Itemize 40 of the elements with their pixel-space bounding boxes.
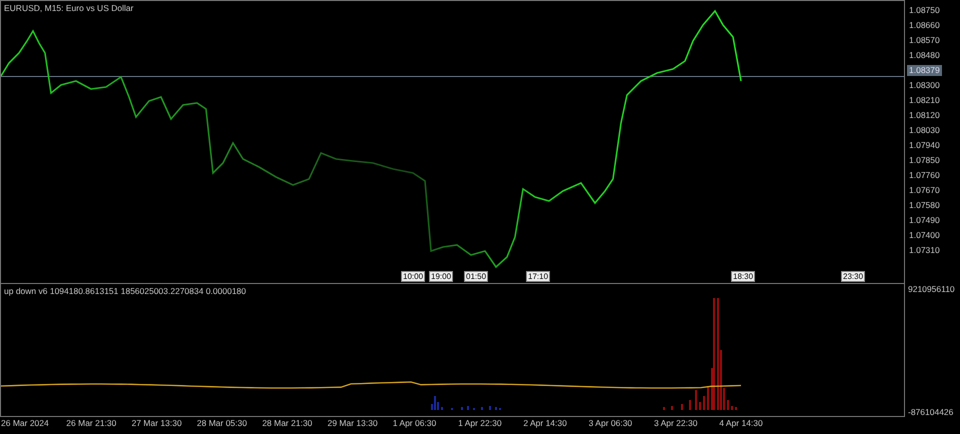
axis-label: -876104426: [908, 407, 954, 417]
time-label: 4 Apr 14:30: [718, 418, 764, 430]
price-label: 1.07760: [908, 170, 941, 182]
time-label: 1 Apr 06:30: [392, 418, 438, 430]
current-price-label: 1.08379: [907, 65, 942, 76]
price-label: 1.08480: [908, 50, 941, 62]
price-label: 1.08750: [908, 5, 941, 17]
price-label: 1.08210: [908, 95, 941, 107]
price-label: 1.07490: [908, 215, 941, 227]
histogram-drawing: [431, 396, 501, 410]
time-label: 3 Apr 22:30: [652, 418, 698, 430]
time-label: 29 Mar 13:30: [326, 418, 379, 430]
time-label: 1 Apr 22:30: [457, 418, 503, 430]
price-label: 1.08570: [908, 35, 941, 47]
price-label: 1.07670: [908, 185, 941, 197]
price-label: 1.08300: [908, 80, 941, 92]
axis-label: 9210956110: [908, 284, 956, 294]
price-label: 1.07310: [908, 245, 941, 257]
time-label: 3 Apr 06:30: [588, 418, 634, 430]
price-label: 1.08030: [908, 125, 941, 137]
price-label: 1.07850: [908, 155, 941, 167]
time-tag: 10:00: [401, 271, 426, 282]
price-label: 1.08660: [908, 20, 941, 32]
price-label: 1.07400: [908, 230, 941, 242]
time-label: 28 Mar 21:30: [261, 418, 314, 430]
time-tag: 01:50: [464, 271, 488, 282]
time-tag: 19:00: [429, 271, 454, 282]
time-tag: 17:10: [526, 271, 550, 282]
indicator-title: up down v6 1094180.8613151 1856025003.2270834 0.0000180: [4, 286, 246, 296]
time-label: 28 Mar 05:30: [196, 418, 248, 430]
time-label: 26 Mar 21:30: [65, 418, 118, 430]
time-tag: 18:30: [731, 271, 756, 282]
price-label: 1.07940: [908, 140, 941, 152]
time-label: 26 Mar 2024: [0, 418, 50, 430]
time-label: 2 Apr 14:30: [522, 418, 568, 430]
chart-title: EURUSD, M15: Euro vs US Dollar: [4, 3, 134, 13]
price-label: 1.07580: [908, 200, 941, 212]
time-tag: 23:30: [841, 271, 866, 282]
time-label: 27 Mar 13:30: [130, 418, 183, 430]
price-label: 1.08120: [908, 110, 941, 122]
